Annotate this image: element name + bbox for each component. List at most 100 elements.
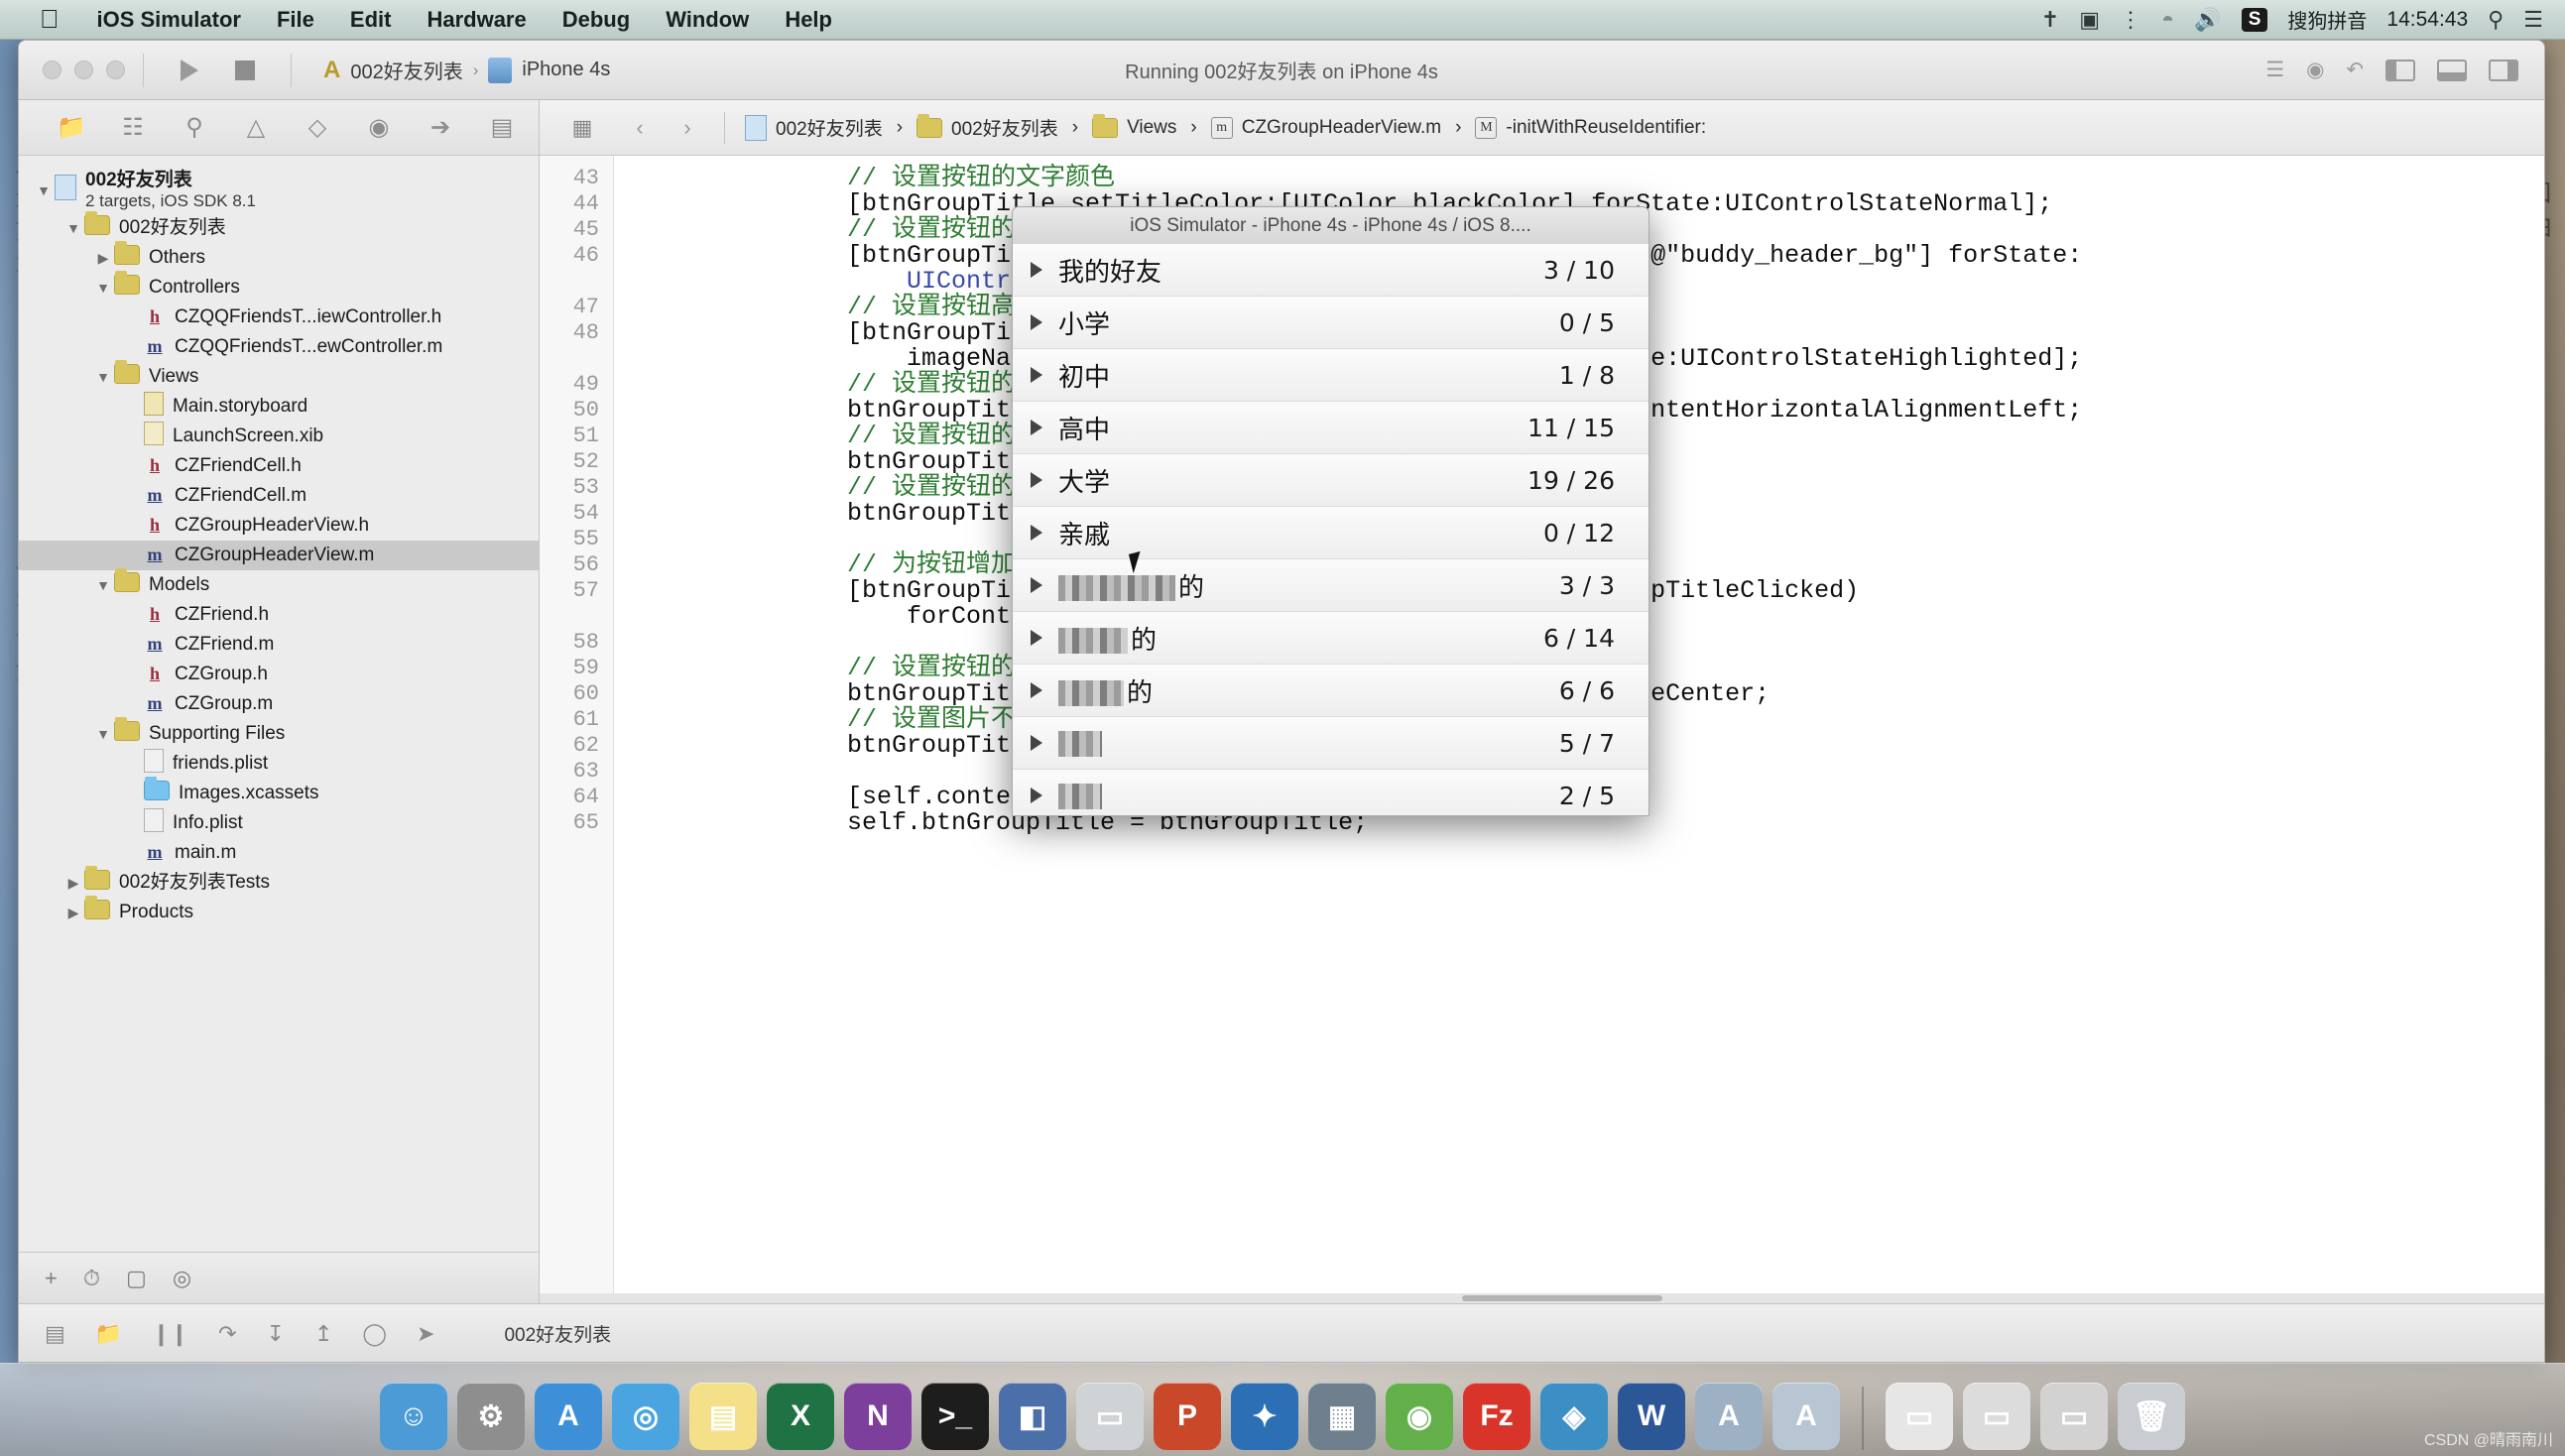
project-file-tree[interactable]: ▼ 002好友列表 2 targets, iOS SDK 8.1 ▼ 002好友列表 ▶ O… [19,156,539,1252]
search-icon[interactable]: ⚲ [2488,7,2504,33]
step-over-icon[interactable]: ↷ [218,1321,236,1347]
tree-row[interactable]: ▼ Views [19,360,539,392]
assistant-editor-icon[interactable]: ◉ [2306,58,2324,82]
tree-row[interactable]: ▶ Others [19,241,539,273]
powerpoint-icon[interactable]: P [1154,1383,1221,1450]
xcode-icon[interactable]: ✦ [1231,1383,1298,1450]
menu-item-debug[interactable]: Debug [545,7,648,33]
bottom-pane-toggle[interactable] [2437,59,2467,81]
disclosure-closed-icon[interactable]: ▶ [62,905,84,921]
appstore3-icon[interactable]: A [1772,1383,1840,1450]
close-window-button[interactable] [43,61,61,79]
back-chevron-icon[interactable]: ‹ [623,115,657,141]
menu-item-hardware[interactable]: Hardware [409,7,544,33]
tree-row[interactable]: ▼ 002好友列表 2 targets, iOS SDK 8.1 [19,168,539,213]
window1-icon[interactable]: ▭ [1886,1383,1953,1450]
system-preferences-icon[interactable]: ⚙ [457,1383,525,1450]
disclosure-open-icon[interactable]: ▼ [92,726,114,742]
group-header-row[interactable]: 初中 1 / 8 [1013,349,1649,402]
group-header-row[interactable]: 我的好友 3 / 10 [1013,244,1649,297]
tree-row[interactable]: · Images.xcassets [19,777,539,808]
forward-chevron-icon[interactable]: › [671,115,704,141]
breadcrumb-group[interactable]: 002好友列表 [916,113,1058,141]
step-into-icon[interactable]: ↧ [267,1321,285,1347]
hide-debug-area-icon[interactable]: ▤ [45,1321,65,1347]
left-pane-toggle[interactable] [2385,59,2415,81]
tree-row[interactable]: ▼ Models [19,568,539,600]
group-header-row[interactable]: 的6 / 6 [1013,665,1649,717]
menu-item-window[interactable]: Window [648,7,767,33]
disclosure-open-icon[interactable]: ▼ [33,182,55,198]
group-header-row[interactable]: 亲戚 0 / 12 [1013,507,1649,559]
group-header-row[interactable]: 的3 / 3 [1013,559,1649,612]
folder-icon-debug[interactable]: 📁 [95,1321,122,1347]
breadcrumb-views[interactable]: Views [1092,113,1176,139]
tree-row[interactable]: · Main.storyboard [19,392,539,422]
finder-icon[interactable]: ☺ [380,1383,447,1450]
onenote-icon[interactable]: N [844,1383,912,1450]
appstore2-icon[interactable]: A [1695,1383,1763,1450]
ime-badge-icon[interactable]: S [2241,7,2268,32]
navigator-tab-test[interactable]: ◇ [287,113,348,142]
window-traffic-lights[interactable] [19,61,125,79]
tree-row[interactable]: ·m CZQQFriendsT...ewController.m [19,332,539,362]
scrollbar-thumb[interactable] [1461,1295,1662,1301]
disclosure-open-icon[interactable]: ▼ [92,577,114,593]
charles-icon[interactable]: ◈ [1540,1383,1608,1450]
window3-icon[interactable]: ▭ [2040,1383,2108,1450]
add-icon[interactable]: + [45,1266,58,1291]
disclosure-open-icon[interactable]: ▼ [92,280,114,296]
tree-row[interactable]: ▼ 002好友列表 [19,211,539,243]
zoom-window-button[interactable] [106,61,125,79]
notification-center-icon[interactable]: ☰ [2523,7,2543,33]
breadcrumb-project[interactable]: 002好友列表 [745,114,883,141]
navigator-tab-issue[interactable]: △ [225,113,287,142]
simulator-screen[interactable]: 我的好友 3 / 10 小学 0 / 5 初中 1 / 8 高中 11 / 15 大学 19 / … [1012,244,1649,816]
tree-row[interactable]: · friends.plist [19,749,539,779]
step-out-icon[interactable]: ↥ [314,1321,332,1347]
tree-row[interactable]: ▼ Supporting Files [19,717,539,749]
window2-icon[interactable]: ▭ [1963,1383,2030,1450]
standard-editor-icon[interactable]: ☰ [2265,58,2284,82]
tree-row[interactable]: · h CZGroup.h [19,660,539,689]
tree-row[interactable]: ▼ Controllers [19,271,539,303]
trash-icon[interactable]: 🗑 [2118,1383,2185,1450]
screen-record-icon[interactable]: ▣ [2079,7,2100,33]
disclosure-closed-icon[interactable]: ▶ [92,250,114,267]
mail-icon[interactable]: ◉ [1386,1383,1453,1450]
location-arrow-icon[interactable]: ➤ [417,1321,434,1347]
simulate-location-icon[interactable]: ◯ [362,1321,387,1347]
apple-icon[interactable]:  [0,4,79,35]
tree-row[interactable]: · h CZQQFriendsT...iewController.h [19,303,539,332]
tree-row[interactable]: · LaunchScreen.xib [19,422,539,451]
tree-row[interactable]: · h CZFriend.h [19,600,539,630]
ime-label[interactable]: 搜狗拼音 [2287,5,2367,34]
bluetooth-icon[interactable]: ✝ [2041,7,2059,33]
disclosure-open-icon[interactable]: ▼ [92,369,114,385]
wifi-icon[interactable]: ◓ [2161,7,2174,33]
notes-icon[interactable]: ▤ [689,1383,757,1450]
tree-row[interactable]: · h CZFriendCell.h [19,451,539,481]
tree-row[interactable]: ·m CZGroupHeaderView.m [19,541,539,570]
terminal-icon[interactable]: >_ [921,1383,989,1450]
preview-icon[interactable]: ◧ [999,1383,1066,1450]
ios-simulator-window[interactable]: iOS Simulator - iPhone 4s - iPhone 4s / … [1012,206,1649,816]
simulator-title-bar[interactable]: iOS Simulator - iPhone 4s - iPhone 4s / … [1012,206,1649,244]
navigator-tab-source-control[interactable]: ☷ [102,113,164,142]
tree-row[interactable]: ·m main.m [19,838,539,868]
run-button[interactable] [162,51,217,90]
navigator-tab-breakpoint[interactable]: ➔ [410,113,471,142]
navigator-tab-report[interactable]: ▤ [471,113,533,142]
menu-item-edit[interactable]: Edit [332,7,410,33]
remote-desktop-icon[interactable]: ▦ [1308,1383,1376,1450]
airplay-icon[interactable]: ⋮ [2120,7,2141,33]
tree-row[interactable]: ·m CZFriendCell.m [19,481,539,511]
menu-item-file[interactable]: File [259,7,332,33]
tree-row[interactable]: ▶ 002好友列表Tests [19,866,539,898]
simulator-icon[interactable]: ▭ [1076,1383,1144,1450]
version-editor-icon[interactable]: ↶ [2346,58,2364,82]
pause-icon[interactable]: ❙❙ [152,1321,188,1347]
volume-icon[interactable]: 🔊 [2194,7,2221,33]
disclosure-closed-icon[interactable]: ▶ [62,875,84,892]
minimize-window-button[interactable] [74,61,93,79]
